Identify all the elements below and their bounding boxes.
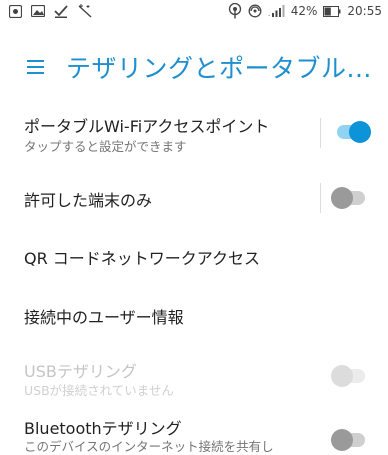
bluetooth-tethering-toggle[interactable] — [331, 429, 371, 451]
download-done-icon — [54, 4, 68, 18]
usb-tethering-subtitle: USBが接続されていません — [24, 383, 174, 398]
battery-icon — [323, 5, 341, 17]
row-divider — [320, 118, 321, 148]
qr-network-access-row[interactable]: QR コードネットワークアクセス — [0, 228, 388, 285]
qr-network-access-label: QR コードネットワークアクセス — [24, 249, 260, 268]
connected-users-row[interactable]: 接続中のユーザー情報 — [0, 285, 388, 343]
svg-text:.: . — [268, 10, 270, 17]
signal-icon: . — [268, 5, 285, 17]
clock: 20:55 — [347, 4, 382, 18]
allowed-devices-row[interactable]: 許可した端末のみ — [0, 168, 388, 228]
sync-icon — [248, 4, 262, 18]
usb-tethering-label: USBテザリング — [24, 362, 137, 381]
allowed-devices-label: 許可した端末のみ — [24, 191, 153, 210]
battery-percent: 42% — [290, 4, 318, 18]
wifi-hotspot-toggle[interactable] — [331, 121, 371, 143]
bluetooth-tethering-row[interactable]: Bluetoothテザリング このデバイスのインターネット接続を共有し — [0, 403, 388, 455]
gallery-icon — [9, 4, 22, 18]
image-icon — [31, 5, 45, 17]
status-bar: . 42% 20:55 — [0, 0, 388, 22]
connected-users-label: 接続中のユーザー情報 — [24, 308, 184, 327]
usb-tethering-toggle — [331, 365, 371, 387]
wifi-hotspot-row[interactable]: ポータブルWi-Fiアクセスポイント タップすると設定ができます — [0, 98, 388, 168]
wifi-hotspot-subtitle: タップすると設定ができます — [24, 139, 187, 154]
usb-tethering-row: USBテザリング USBが接続されていません — [0, 343, 388, 403]
page-title: テザリングとポータブル... — [66, 54, 372, 83]
bluetooth-tethering-subtitle: このデバイスのインターネット接続を共有し — [24, 439, 274, 454]
allowed-devices-toggle[interactable] — [331, 187, 371, 209]
row-divider — [320, 183, 321, 213]
hotspot-icon — [228, 3, 242, 19]
settings-list: ポータブルWi-Fiアクセスポイント タップすると設定ができます 許可した端末の… — [0, 98, 388, 455]
system-icons: . 42% 20:55 — [228, 3, 388, 19]
wifi-hotspot-label: ポータブルWi-Fiアクセスポイント — [24, 117, 270, 136]
sparkle-icon — [77, 4, 93, 18]
notification-icons — [0, 4, 93, 18]
app-bar: テザリングとポータブル... — [0, 44, 388, 90]
menu-icon[interactable] — [26, 59, 46, 75]
